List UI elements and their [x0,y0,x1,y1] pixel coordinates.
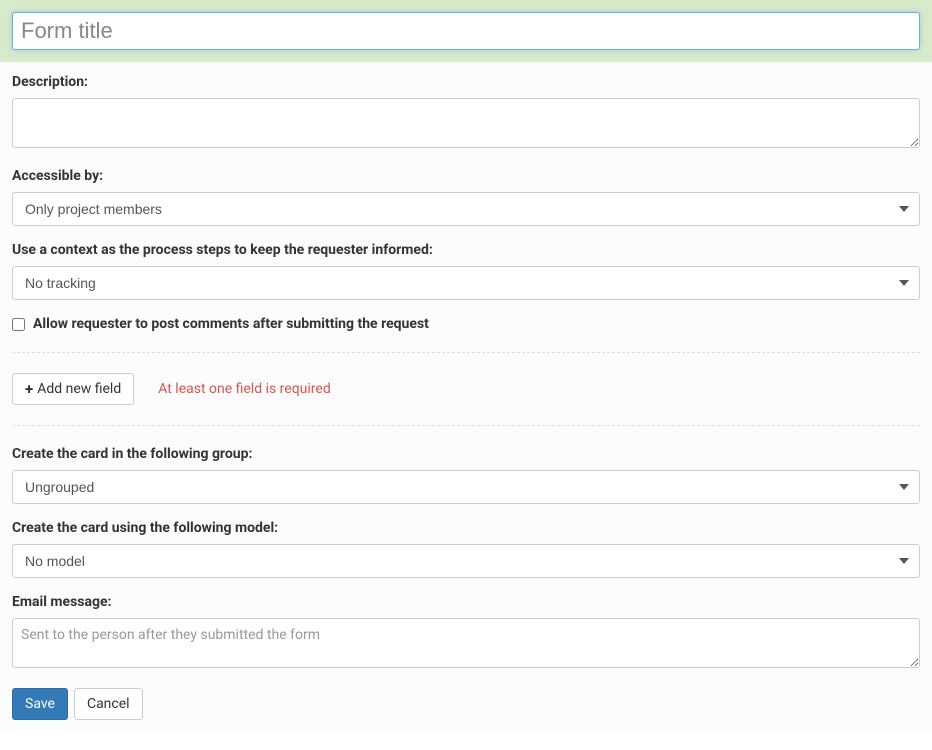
accessible-by-select[interactable]: Only project members [12,192,920,226]
description-textarea[interactable] [12,98,920,148]
card-group-select[interactable]: Ungrouped [12,470,920,504]
field-required-error: At least one field is required [158,381,331,397]
allow-comments-checkbox[interactable] [12,318,25,331]
title-section [0,0,932,62]
form-body: Description: Accessible by: Only project… [0,62,932,732]
card-model-select[interactable]: No model [12,544,920,578]
context-tracking-label: Use a context as the process steps to ke… [12,242,920,258]
description-label: Description: [12,74,920,90]
divider [12,352,920,353]
plus-icon: + [25,382,33,397]
accessible-by-group: Accessible by: Only project members [12,168,920,226]
card-group-label: Create the card in the following group: [12,446,920,462]
add-field-button-label: Add new field [37,381,121,397]
cancel-button[interactable]: Cancel [74,688,143,720]
context-tracking-select[interactable]: No tracking [12,266,920,300]
add-field-button[interactable]: + Add new field [12,373,134,405]
add-field-row: + Add new field At least one field is re… [12,373,920,405]
card-group-group: Create the card in the following group: … [12,446,920,504]
save-button[interactable]: Save [12,688,68,720]
form-title-input[interactable] [12,12,920,50]
card-model-label: Create the card using the following mode… [12,520,920,536]
allow-comments-label[interactable]: Allow requester to post comments after s… [33,316,429,332]
accessible-by-label: Accessible by: [12,168,920,184]
action-buttons: Save Cancel [12,688,920,720]
email-message-textarea[interactable] [12,618,920,668]
email-message-group: Email message: [12,594,920,672]
divider [12,425,920,426]
description-group: Description: [12,74,920,152]
context-tracking-group: Use a context as the process steps to ke… [12,242,920,300]
email-message-label: Email message: [12,594,920,610]
allow-comments-row: Allow requester to post comments after s… [12,316,920,332]
card-model-group: Create the card using the following mode… [12,520,920,578]
